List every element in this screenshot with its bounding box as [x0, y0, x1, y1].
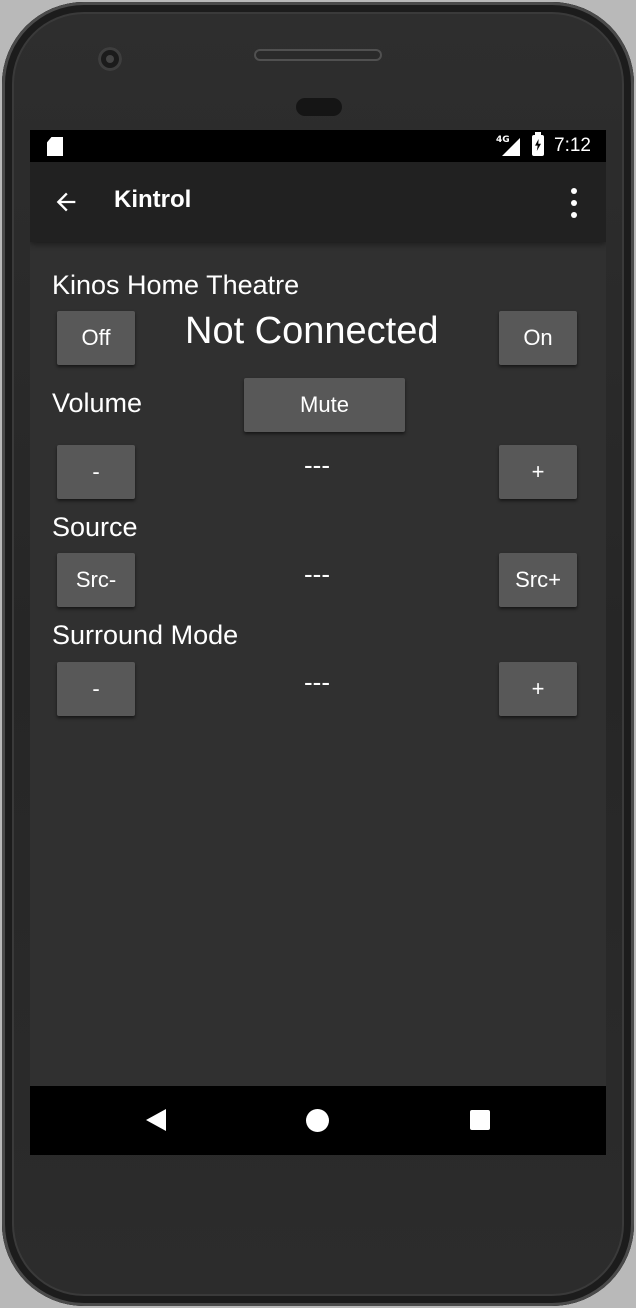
source-value: --- [304, 559, 330, 589]
earpiece-speaker [254, 49, 382, 61]
app-bar: Kintrol [30, 162, 606, 242]
nav-home-icon[interactable] [306, 1109, 329, 1132]
screen: 4G 7:12 Kintrol Kinos Home Theatre Off N… [30, 130, 606, 1155]
power-on-button[interactable]: On [499, 311, 577, 365]
nav-recents-icon[interactable] [470, 1110, 490, 1130]
app-title: Kintrol [114, 186, 192, 213]
surround-mode-label: Surround Mode [52, 620, 239, 650]
network-type: 4G [496, 135, 510, 145]
sd-card-icon [47, 137, 63, 156]
main-content: Kinos Home Theatre Off Not Connected On … [30, 242, 606, 1086]
mute-button[interactable]: Mute [244, 378, 405, 432]
battery-charging-icon [532, 132, 544, 156]
volume-down-button[interactable]: - [57, 445, 135, 499]
connection-status: Not Connected [185, 310, 439, 352]
source-prev-button[interactable]: Src- [57, 553, 135, 607]
device-name: Kinos Home Theatre [52, 270, 300, 300]
source-next-button[interactable]: Src+ [499, 553, 577, 607]
proximity-sensor [296, 98, 342, 116]
surround-value: --- [304, 667, 330, 697]
volume-value: --- [304, 450, 330, 480]
status-time: 7:12 [554, 135, 591, 156]
navigation-bar [30, 1086, 606, 1155]
power-off-button[interactable]: Off [57, 311, 135, 365]
front-camera [98, 47, 122, 71]
surround-next-button[interactable]: + [499, 662, 577, 716]
nav-back-icon[interactable] [146, 1109, 166, 1131]
volume-label: Volume [52, 388, 143, 418]
status-bar: 4G 7:12 [30, 130, 606, 162]
more-vert-icon[interactable] [566, 188, 582, 218]
volume-up-button[interactable]: + [499, 445, 577, 499]
arrow-back-icon[interactable] [52, 188, 80, 216]
surround-prev-button[interactable]: - [57, 662, 135, 716]
source-label: Source [52, 512, 138, 542]
